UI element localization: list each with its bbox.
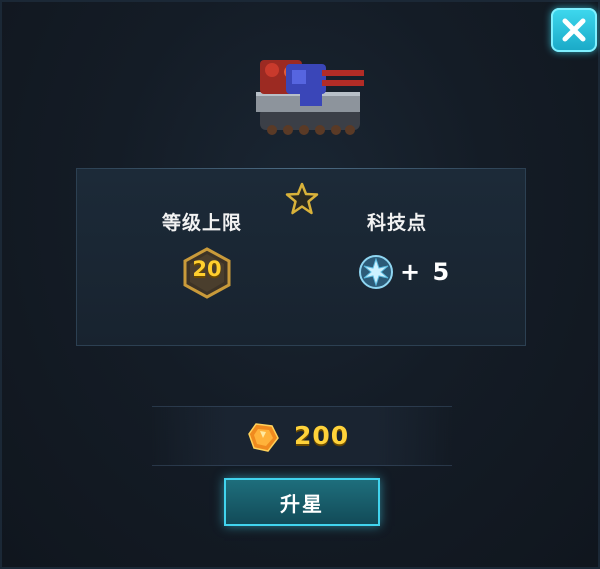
upgrade-star-dialog: 等级上限 科技点 20 + 5 200 升星 bbox=[0, 0, 600, 569]
tech-points-label: 科技点 bbox=[366, 212, 427, 234]
close-button[interactable] bbox=[551, 8, 597, 52]
tank-icon bbox=[256, 60, 364, 135]
level-cap-label: 等级上限 bbox=[161, 212, 242, 234]
level-cap-value: 20 bbox=[192, 257, 222, 281]
upgrade-star-button[interactable]: 升星 bbox=[224, 478, 380, 526]
star-icon bbox=[285, 182, 319, 215]
close-icon bbox=[562, 18, 586, 42]
tech-points-value: + 5 bbox=[400, 258, 452, 286]
gem-icon bbox=[248, 423, 279, 452]
snowflake-crystal-icon bbox=[359, 255, 393, 289]
cost-amount: 200 bbox=[294, 421, 350, 450]
